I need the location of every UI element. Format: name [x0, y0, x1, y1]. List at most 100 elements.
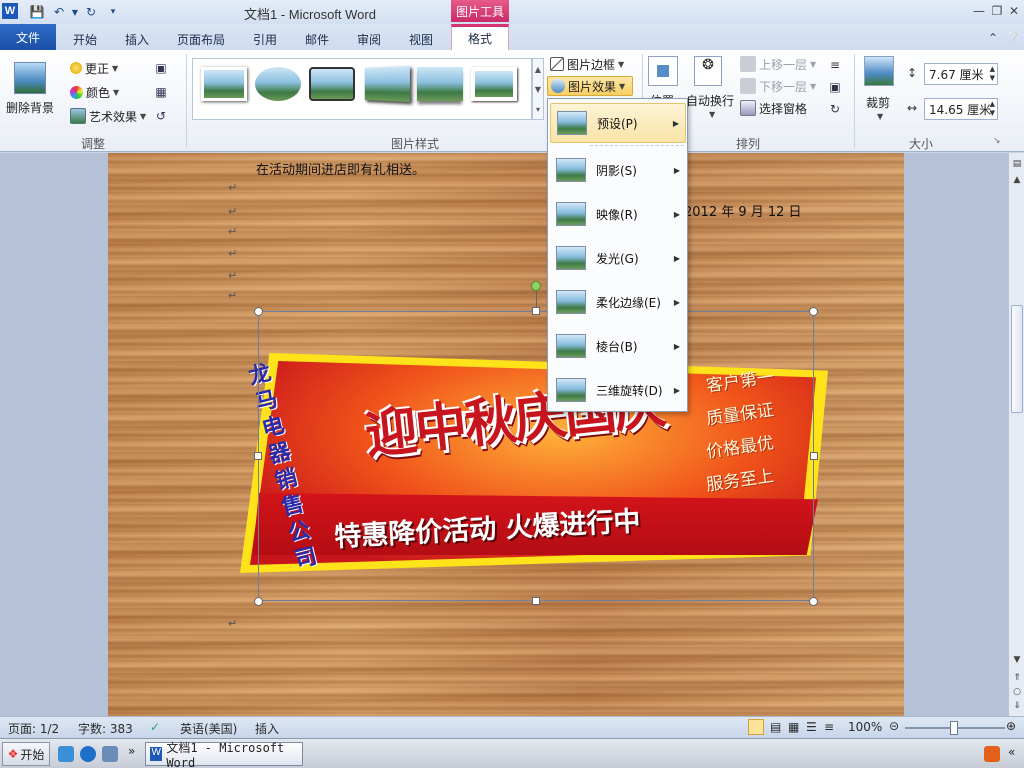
ruler-toggle-icon[interactable]: ▤	[1010, 157, 1024, 171]
document-page[interactable]: 在活动期间进店即有礼相送。 2012 年 9 月 12 日 ↵ ↵ ↵ ↵ ↵ …	[108, 153, 904, 716]
language-indicator[interactable]: 英语(美国)	[180, 720, 237, 737]
crop-icon[interactable]	[864, 56, 894, 86]
size-dialog-launcher-icon[interactable]: ↘	[993, 136, 1001, 146]
wrap-text-button[interactable]: 自动换行	[686, 92, 734, 109]
bring-forward-button[interactable]: 上移一层 ▼	[740, 54, 816, 74]
crop-button[interactable]: 裁剪	[866, 94, 890, 111]
style-thumb[interactable]	[417, 67, 463, 101]
quick-launch-icon[interactable]	[102, 746, 118, 762]
word-count[interactable]: 字数: 383	[78, 720, 133, 737]
menu-item-preset[interactable]: 预设(P) ▶	[550, 103, 686, 143]
wrap-text-icon[interactable]: ❂	[694, 56, 722, 86]
resize-handle-top-left[interactable]	[254, 307, 263, 316]
date-text[interactable]: 2012 年 9 月 12 日	[684, 201, 802, 220]
tab-references[interactable]: 引用	[244, 28, 286, 50]
style-thumb[interactable]	[201, 67, 247, 101]
resize-handle-top[interactable]	[532, 307, 540, 315]
selection-box[interactable]	[258, 311, 814, 601]
color-button[interactable]: 颜色 ▼	[70, 82, 119, 102]
wrap-text-dropdown-icon[interactable]: ▼	[709, 110, 715, 119]
scroll-down-icon[interactable]: ▼	[1010, 653, 1024, 667]
style-thumb[interactable]	[363, 65, 410, 103]
start-label: 开始	[20, 747, 45, 762]
height-field[interactable]: 7.67 厘米 ▲ ▼	[924, 63, 998, 85]
remove-background-button[interactable]: 删除背景	[4, 56, 56, 128]
tab-file[interactable]: 文件	[0, 24, 56, 50]
selection-pane-button[interactable]: 选择窗格	[740, 98, 807, 118]
picture-border-button[interactable]: 图片边框 ▼	[550, 54, 624, 74]
width-spinner[interactable]: ▲ ▼	[990, 100, 995, 118]
tab-page-layout[interactable]: 页面布局	[170, 28, 232, 50]
print-layout-icon[interactable]	[748, 719, 764, 735]
word-taskbar-button[interactable]: W 文档1 - Microsoft Word	[145, 741, 303, 768]
zoom-out-icon[interactable]: ⊝	[889, 719, 899, 733]
quick-launch-overflow-icon[interactable]: »	[128, 744, 135, 758]
tab-home[interactable]: 开始	[64, 28, 106, 50]
web-layout-icon[interactable]: ▦	[788, 720, 799, 734]
picture-styles-gallery[interactable]	[192, 58, 532, 120]
browse-object-icon[interactable]: ○	[1010, 685, 1024, 699]
send-backward-button[interactable]: 下移一层 ▼	[740, 76, 816, 96]
scroll-up-icon[interactable]: ▲	[1010, 173, 1024, 187]
quick-launch-icon[interactable]	[58, 746, 74, 762]
full-screen-reading-icon[interactable]: ▤	[770, 720, 781, 734]
tab-format[interactable]: 格式	[451, 24, 509, 50]
zoom-slider-thumb[interactable]	[950, 721, 958, 735]
width-field[interactable]: 14.65 厘米 ▲ ▼	[924, 98, 998, 120]
menu-item-reflection[interactable]: 映像(R) ▶	[550, 194, 686, 234]
previous-page-icon[interactable]: ⇑	[1010, 671, 1024, 685]
scroll-thumb[interactable]	[1011, 305, 1023, 413]
menu-item-shadow[interactable]: 阴影(S) ▶	[550, 150, 686, 190]
insert-mode[interactable]: 插入	[255, 720, 279, 737]
menu-item-3d-rotation[interactable]: 三维旋转(D) ▶	[550, 370, 686, 410]
help-icon[interactable]: ❔	[1004, 29, 1022, 47]
resize-handle-bottom[interactable]	[532, 597, 540, 605]
style-thumb[interactable]	[255, 67, 301, 101]
restore-icon[interactable]: ❐	[988, 2, 1006, 20]
vertical-scrollbar[interactable]: ▤ ▲ ▼ ⇑ ○ ⇓	[1008, 153, 1024, 716]
group-icon[interactable]: ▣	[826, 78, 844, 96]
corrections-button[interactable]: 更正 ▼	[70, 58, 118, 78]
rotation-handle[interactable]	[531, 281, 541, 291]
menu-item-bevel[interactable]: 棱台(B) ▶	[550, 326, 686, 366]
outline-icon[interactable]: ☰	[806, 720, 817, 734]
proofing-icon[interactable]: ✓	[150, 720, 160, 734]
position-button[interactable]	[648, 56, 678, 86]
page-count[interactable]: 页面: 1/2	[8, 720, 59, 737]
compress-pictures-icon[interactable]: ▣	[152, 59, 170, 77]
zoom-level[interactable]: 100%	[848, 720, 882, 734]
change-picture-icon[interactable]: ▦	[152, 83, 170, 101]
ie-icon[interactable]	[80, 746, 96, 762]
align-icon[interactable]: ≡	[826, 56, 844, 74]
tab-view[interactable]: 视图	[400, 28, 442, 50]
menu-item-soft-edges[interactable]: 柔化边缘(E) ▶	[550, 282, 686, 322]
gallery-scroll[interactable]: ▲ ▼ ▾	[532, 58, 544, 120]
zoom-in-icon[interactable]: ⊕	[1006, 719, 1016, 733]
resize-handle-bottom-left[interactable]	[254, 597, 263, 606]
minimize-icon[interactable]: —	[970, 2, 988, 20]
close-icon[interactable]: ✕	[1005, 2, 1023, 20]
resize-handle-right[interactable]	[810, 452, 818, 460]
resize-handle-bottom-right[interactable]	[809, 597, 818, 606]
artistic-effects-button[interactable]: 艺术效果 ▼	[70, 106, 146, 126]
tab-insert[interactable]: 插入	[116, 28, 158, 50]
resize-handle-left[interactable]	[254, 452, 262, 460]
height-spinner[interactable]: ▲ ▼	[990, 65, 995, 83]
style-thumb[interactable]	[471, 67, 517, 101]
reset-picture-icon[interactable]: ↺	[152, 107, 170, 125]
crop-dropdown-icon[interactable]: ▼	[877, 112, 883, 121]
tray-expand-icon[interactable]: «	[1008, 745, 1015, 759]
rotate-icon[interactable]: ↻	[826, 100, 844, 118]
start-button[interactable]: ❖ 开始	[2, 742, 50, 766]
tab-mailings[interactable]: 邮件	[296, 28, 338, 50]
body-text-line[interactable]: 在活动期间进店即有礼相送。	[256, 159, 425, 178]
tray-app-icon[interactable]	[984, 746, 1000, 762]
next-page-icon[interactable]: ⇓	[1010, 699, 1024, 713]
style-thumb[interactable]	[309, 67, 355, 101]
collapse-ribbon-icon[interactable]: ⌃	[984, 29, 1002, 47]
tab-review[interactable]: 审阅	[348, 28, 390, 50]
resize-handle-top-right[interactable]	[809, 307, 818, 316]
menu-item-glow[interactable]: 发光(G) ▶	[550, 238, 686, 278]
picture-effects-button[interactable]: 图片效果 ▼	[547, 76, 633, 96]
draft-icon[interactable]: ≡	[824, 720, 834, 734]
